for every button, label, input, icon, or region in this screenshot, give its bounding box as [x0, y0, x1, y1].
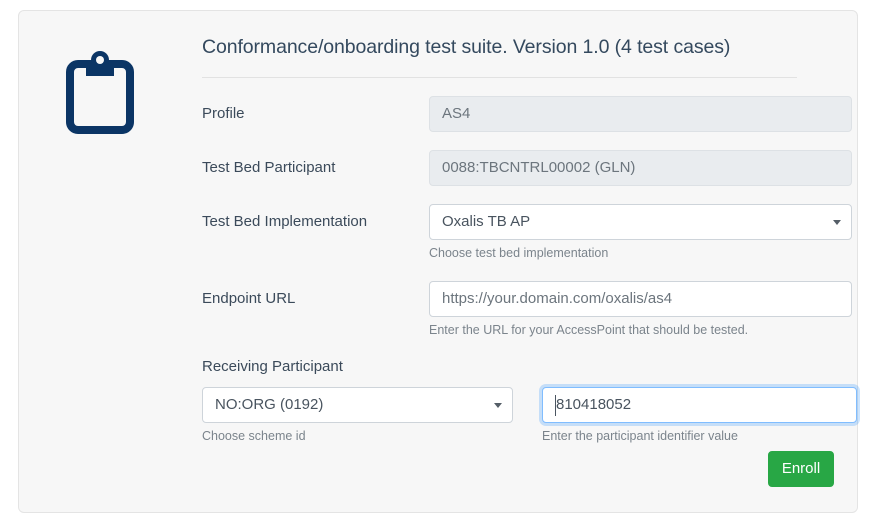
clipboard-icon [64, 51, 136, 136]
receiving-participant-group: Receiving Participant NO:ORG (0192) Choo… [202, 358, 877, 448]
endpoint-url-label: Endpoint URL [202, 290, 295, 307]
participant-identifier-value: 810418052 [556, 388, 631, 422]
chevron-down-icon [833, 220, 841, 225]
card-form-column: Conformance/onboarding test suite. Versi… [184, 11, 857, 512]
test-bed-participant-field: 0088:TBCNTRL00002 (GLN) [429, 150, 852, 186]
test-bed-implementation-value: Oxalis TB AP [442, 213, 530, 230]
enrollment-card: Conformance/onboarding test suite. Versi… [18, 10, 858, 513]
endpoint-url-row: Endpoint URL https://your.domain.com/oxa… [202, 281, 877, 337]
endpoint-url-help: Enter the URL for your AccessPoint that … [429, 323, 748, 337]
participant-identifier-input[interactable]: 810418052 [542, 387, 857, 423]
page-title: Conformance/onboarding test suite. Versi… [202, 36, 730, 59]
card-header: Conformance/onboarding test suite. Versi… [202, 36, 877, 78]
test-bed-implementation-help: Choose test bed implementation [429, 246, 608, 260]
card-icon-column [19, 11, 184, 512]
participant-identifier-help: Enter the participant identifier value [542, 429, 738, 443]
receiving-participant-label: Receiving Participant [202, 358, 343, 375]
scheme-id-select[interactable]: NO:ORG (0192) [202, 387, 513, 423]
header-divider [202, 77, 797, 78]
scheme-id-help: Choose scheme id [202, 429, 306, 443]
endpoint-url-input[interactable]: https://your.domain.com/oxalis/as4 [429, 281, 852, 317]
test-bed-implementation-select[interactable]: Oxalis TB AP [429, 204, 852, 240]
profile-row: Profile AS4 [202, 96, 877, 132]
test-bed-implementation-label: Test Bed Implementation [202, 213, 367, 230]
enroll-button[interactable]: Enroll [768, 451, 834, 487]
scheme-id-value: NO:ORG (0192) [215, 396, 323, 413]
test-bed-participant-label: Test Bed Participant [202, 159, 335, 176]
profile-field: AS4 [429, 96, 852, 132]
page-root: Conformance/onboarding test suite. Versi… [0, 0, 877, 531]
test-bed-participant-row: Test Bed Participant 0088:TBCNTRL00002 (… [202, 150, 877, 186]
test-bed-implementation-row: Test Bed Implementation Oxalis TB AP Cho… [202, 204, 877, 260]
chevron-down-icon [494, 403, 502, 408]
profile-label: Profile [202, 105, 245, 122]
